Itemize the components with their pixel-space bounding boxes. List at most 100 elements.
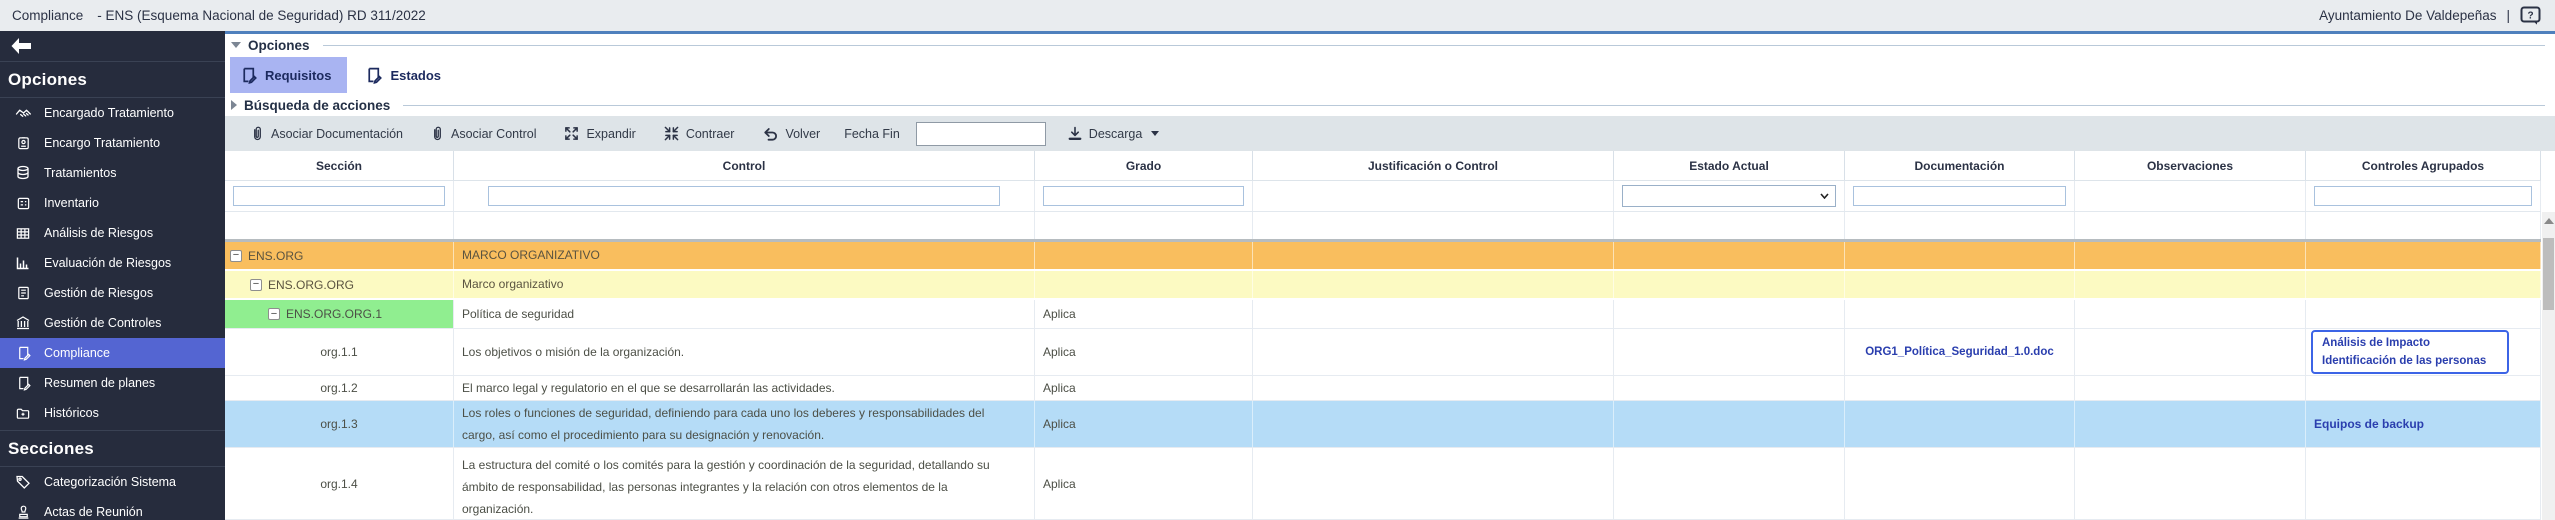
column-header-documentacion[interactable]: Documentación (1845, 151, 2075, 180)
descarga-button[interactable]: Descarga (1058, 126, 1170, 141)
documentacion-filter-input[interactable] (1853, 186, 2066, 206)
table-row-ens-org-org[interactable]: ENS.ORG.ORG Marco organizativo (225, 271, 2541, 300)
control-value: El marco legal y regulatorio en el que s… (454, 376, 1035, 400)
opciones-section-header[interactable]: Opciones (225, 34, 2555, 56)
collapse-triangle-icon (231, 42, 241, 48)
sidebar-item-resumen-de-planes[interactable]: Resumen de planes (0, 368, 225, 398)
fecha-fin-label: Fecha Fin (844, 127, 900, 141)
expandir-button[interactable]: Expandir (554, 126, 645, 141)
sidebar-item-label: Categorización Sistema (44, 475, 176, 489)
sidebar-item-tratamientos[interactable]: Tratamientos (0, 158, 225, 188)
control-agrupado-link[interactable]: Análisis de Impacto (2322, 337, 2498, 349)
sidebar-item-encargado-tratamiento[interactable]: Encargado Tratamiento (0, 98, 225, 128)
table-scrollbar[interactable] (2542, 212, 2555, 520)
tab-estados[interactable]: Estados (355, 57, 457, 93)
column-header-justificacion[interactable]: Justificación o Control (1253, 151, 1614, 180)
sidebar-item-inventario[interactable]: Inventario (0, 188, 225, 218)
tag-icon (13, 474, 33, 490)
sidebar-item-analisis-de-riesgos[interactable]: Análisis de Riesgos (0, 218, 225, 248)
sidebar-item-label: Inventario (44, 196, 99, 210)
inventory-icon (13, 196, 33, 211)
column-header-estado-actual[interactable]: Estado Actual (1614, 151, 1845, 180)
tab-label: Estados (390, 68, 441, 83)
button-label: Contraer (686, 127, 735, 141)
sidebar-item-label: Históricos (44, 406, 99, 420)
file-edit-icon (13, 375, 33, 391)
table-row-org-1-3[interactable]: org.1.3 Los roles o funciones de segurid… (225, 401, 2541, 448)
scroll-up-icon[interactable] (2544, 218, 2554, 224)
table-row-org-1-4[interactable]: org.1.4 La estructura del comité o los c… (225, 448, 2541, 520)
controles-agrupados-filter-input[interactable] (2314, 186, 2532, 206)
column-header-controles-agrupados[interactable]: Controles Agrupados (2306, 151, 2541, 180)
sidebar-item-evaluacion-de-riesgos[interactable]: Evaluación de Riesgos (0, 248, 225, 278)
file-edit-icon (240, 66, 257, 84)
documentacion-link[interactable]: ORG1_Política_Seguridad_1.0.doc (1853, 346, 2066, 358)
download-icon (1068, 126, 1082, 141)
table-row-org-1-2[interactable]: org.1.2 El marco legal y regulatorio en … (225, 376, 2541, 401)
sidebar-item-categorizacion-sistema[interactable]: Categorización Sistema (0, 467, 225, 497)
fecha-fin-input[interactable] (916, 122, 1046, 146)
control-agrupado-link[interactable]: Equipos de backup (2314, 417, 2424, 431)
sidebar-item-label: Actas de Reunión (44, 505, 143, 519)
seccion-value: org.1.3 (225, 401, 454, 447)
asociar-documentacion-button[interactable]: Asociar Documentación (241, 125, 413, 142)
control-value: La estructura del comité o los comités p… (454, 448, 1035, 519)
sidebar-item-gestion-de-riesgos[interactable]: Gestión de Riesgos (0, 278, 225, 308)
seccion-value: ENS.ORG.ORG.1 (286, 307, 382, 321)
control-agrupado-link[interactable]: Identificación de las personas (2322, 355, 2498, 367)
topbar-divider: | (2506, 8, 2510, 23)
bar-chart-icon (13, 255, 33, 271)
collapse-icon (664, 126, 679, 141)
help-icon[interactable]: ? (2520, 6, 2541, 25)
seccion-value: org.1.2 (225, 376, 454, 400)
busqueda-section-header[interactable]: Búsqueda de acciones (225, 94, 2555, 116)
asociar-control-button[interactable]: Asociar Control (421, 125, 546, 142)
app-title: Compliance (12, 8, 83, 23)
collapse-icon[interactable] (268, 308, 280, 320)
tab-requisitos[interactable]: Requisitos (230, 57, 347, 93)
contraer-button[interactable]: Contraer (654, 126, 745, 141)
section-rule (403, 105, 2545, 106)
expand-triangle-icon (231, 100, 237, 110)
volver-button[interactable]: Volver (752, 126, 830, 141)
back-button[interactable] (0, 31, 225, 62)
sidebar-item-encargo-tratamiento[interactable]: Encargo Tratamiento (0, 128, 225, 158)
collapse-icon[interactable] (230, 250, 242, 262)
page-context: - ENS (Esquema Nacional de Seguridad) RD… (97, 8, 425, 23)
sidebar-item-gestion-de-controles[interactable]: Gestión de Controles (0, 308, 225, 338)
seccion-value: org.1.4 (225, 448, 454, 519)
sidebar-item-historicos[interactable]: Históricos (0, 398, 225, 428)
organization-name: Ayuntamiento De Valdepeñas (2319, 8, 2496, 23)
control-filter-input[interactable] (488, 186, 1000, 206)
file-edit-icon (13, 345, 33, 361)
column-header-seccion[interactable]: Sección (225, 151, 454, 180)
scrollbar-thumb[interactable] (2543, 238, 2554, 310)
button-label: Asociar Documentación (271, 127, 403, 141)
bank-icon (13, 315, 33, 331)
sidebar-item-actas-de-reunion[interactable]: Actas de Reunión (0, 497, 225, 520)
stamp-icon (13, 504, 33, 520)
collapse-icon[interactable] (250, 279, 262, 291)
table-row-ens-org-org-1[interactable]: ENS.ORG.ORG.1 Política de seguridad Apli… (225, 300, 2541, 329)
seccion-filter-input[interactable] (233, 186, 445, 206)
estado-actual-filter-select[interactable] (1622, 185, 1836, 207)
grado-value: Aplica (1035, 401, 1253, 447)
tab-label: Requisitos (265, 68, 331, 83)
column-header-observaciones[interactable]: Observaciones (2075, 151, 2306, 180)
control-value: Marco organizativo (454, 271, 1035, 298)
busqueda-section-label: Búsqueda de acciones (244, 98, 390, 113)
button-label: Volver (785, 127, 820, 141)
folder-plus-icon (13, 406, 33, 421)
table-row-org-1-1[interactable]: org.1.1 Los objetivos o misión de la org… (225, 329, 2541, 376)
opciones-section-label: Opciones (248, 38, 310, 53)
control-value: MARCO ORGANIZATIVO (454, 242, 1035, 269)
grado-value: Aplica (1035, 376, 1253, 400)
sidebar-item-label: Compliance (44, 346, 110, 360)
grado-value: Aplica (1035, 300, 1253, 328)
svg-text:?: ? (2527, 11, 2533, 22)
column-header-grado[interactable]: Grado (1035, 151, 1253, 180)
grado-filter-input[interactable] (1043, 186, 1244, 206)
table-row-ens-org[interactable]: ENS.ORG MARCO ORGANIZATIVO (225, 242, 2541, 271)
sidebar-item-compliance[interactable]: Compliance (0, 338, 225, 368)
column-header-control[interactable]: Control (454, 151, 1035, 180)
